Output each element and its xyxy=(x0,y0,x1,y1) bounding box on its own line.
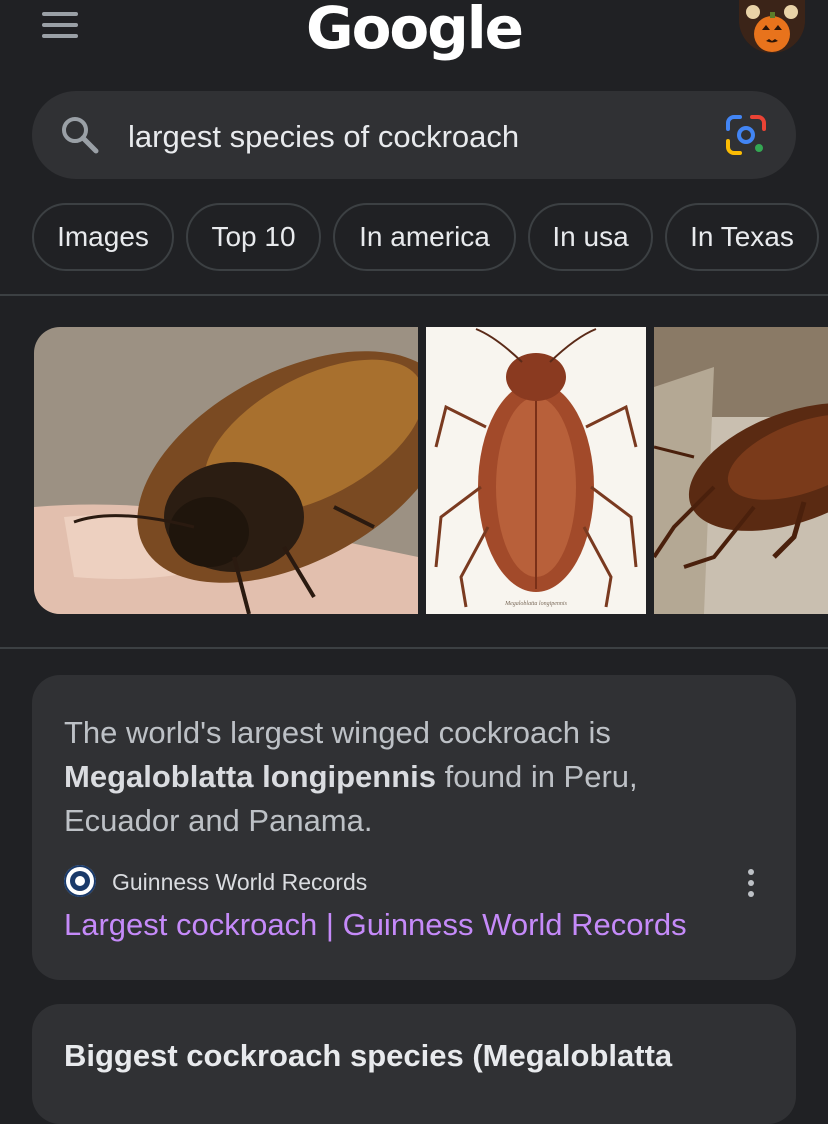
search-icon[interactable] xyxy=(60,115,100,160)
header: Google xyxy=(0,0,828,80)
divider xyxy=(0,647,828,649)
source-name[interactable]: Guinness World Records xyxy=(112,869,367,896)
image-result-1[interactable] xyxy=(34,327,418,614)
chip-in-america[interactable]: In america xyxy=(333,203,516,271)
next-result-title: Biggest cockroach species (Megaloblatta xyxy=(64,1038,673,1073)
chip-images[interactable]: Images xyxy=(32,203,174,271)
more-vert-icon[interactable] xyxy=(746,869,756,901)
featured-snippet: The world's largest winged cockroach is … xyxy=(32,675,796,980)
google-logo[interactable]: Google xyxy=(0,0,828,62)
chip-top-10[interactable]: Top 10 xyxy=(186,203,321,271)
image-result-3[interactable] xyxy=(654,327,828,614)
guinness-favicon xyxy=(64,865,96,897)
search-input[interactable]: largest species of cockroach xyxy=(128,119,519,155)
snippet-bold: Megaloblatta longipennis xyxy=(64,759,437,794)
search-bar[interactable]: largest species of cockroach xyxy=(32,91,796,179)
chip-in-usa[interactable]: In usa xyxy=(528,203,653,271)
snippet-text-before: The world's largest winged cockroach is xyxy=(64,715,611,750)
result-link[interactable]: Largest cockroach | Guinness World Recor… xyxy=(64,907,687,943)
google-lens-icon[interactable] xyxy=(724,113,768,162)
snippet-text: The world's largest winged cockroach is … xyxy=(64,711,704,843)
chip-in-texas[interactable]: In Texas xyxy=(665,203,819,271)
next-result-card[interactable]: Biggest cockroach species (Megaloblatta xyxy=(32,1004,796,1124)
image-result-2[interactable]: Megaloblatta longipennis xyxy=(426,327,646,614)
image-caption: Megaloblatta longipennis xyxy=(504,601,567,607)
divider xyxy=(0,294,828,296)
